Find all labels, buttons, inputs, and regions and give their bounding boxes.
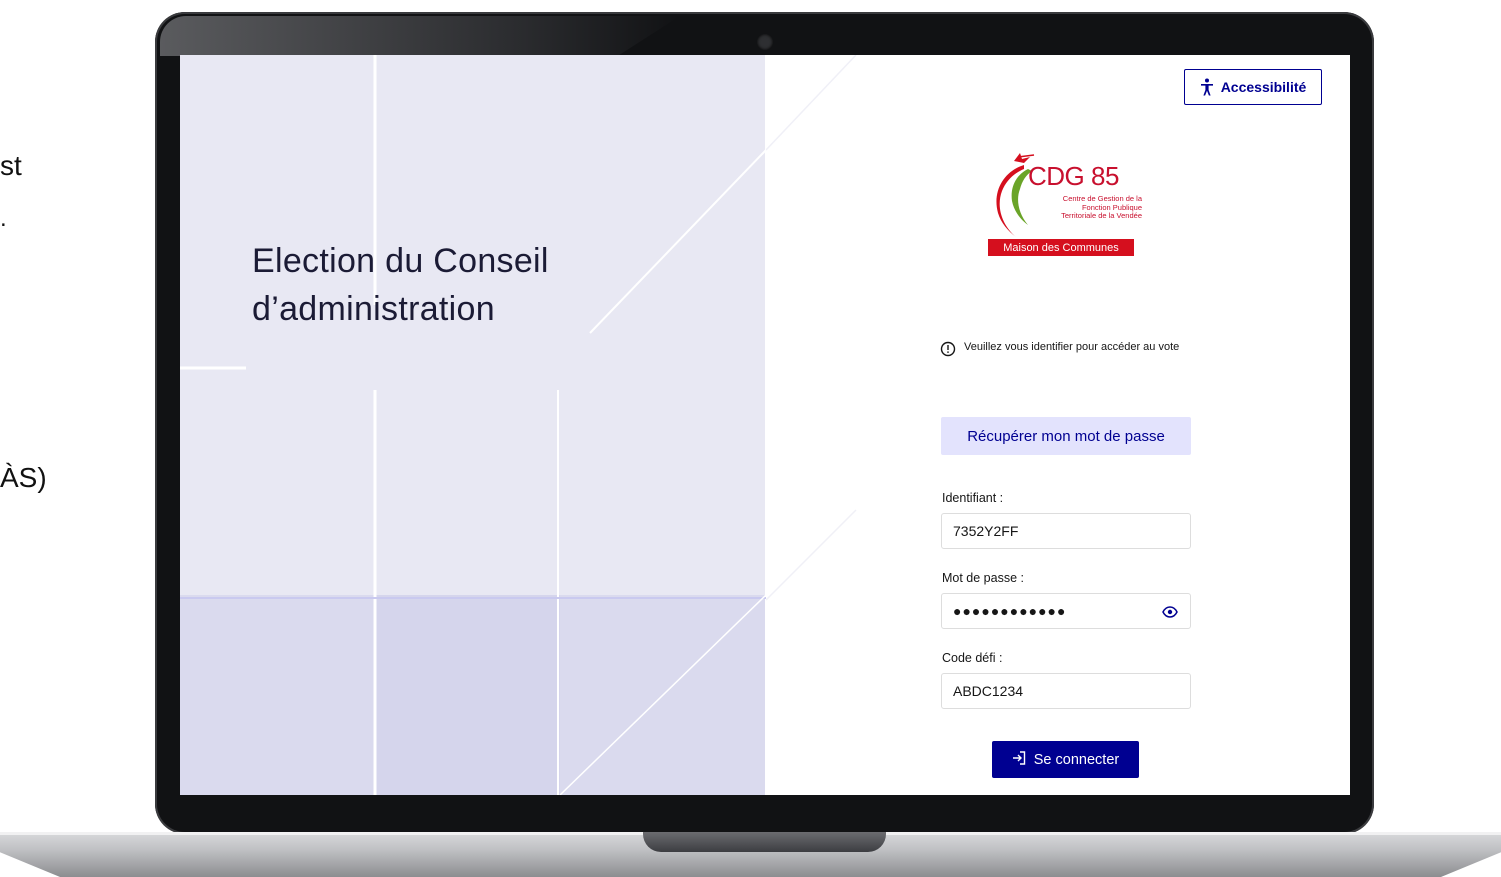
- logo-subtitle: Centre de Gestion de la Fonction Publiqu…: [1030, 194, 1142, 221]
- laptop-notch: [643, 832, 886, 852]
- accessibility-button[interactable]: Accessibilité: [1184, 69, 1322, 105]
- left-panel: Election du Conseil d’administration: [180, 55, 766, 795]
- decorative-lines: [180, 55, 766, 795]
- identifier-input[interactable]: 7352Y2FF: [941, 513, 1191, 549]
- accessibility-person-icon: [1200, 78, 1214, 96]
- background-text-fragment: .: [0, 205, 7, 232]
- page-title-line: d’administration: [252, 290, 495, 328]
- login-notice: Veuillez vous identifier pour accéder au…: [940, 341, 1190, 361]
- login-panel: Accessibilité CDG 85 Centre de Gestion d…: [766, 55, 1350, 795]
- logo-band: Maison des Communes: [988, 239, 1134, 256]
- info-circle-icon: [940, 341, 956, 361]
- password-label: Mot de passe :: [942, 571, 1024, 585]
- laptop-screen: Election du Conseil d’administration Acc…: [180, 55, 1350, 795]
- password-input[interactable]: ●●●●●●●●●●●●: [941, 593, 1191, 629]
- notice-text: Veuillez vous identifier pour accéder au…: [964, 341, 1180, 353]
- password-value: ●●●●●●●●●●●●: [953, 603, 1067, 619]
- logo-name: CDG 85: [1028, 161, 1119, 191]
- eye-icon[interactable]: [1162, 605, 1178, 621]
- page-title: Election du Conseil d’administration: [252, 237, 702, 333]
- login-button[interactable]: Se connecter: [992, 741, 1139, 778]
- accessibility-label: Accessibilité: [1220, 79, 1307, 95]
- code-input[interactable]: ABDC1234: [941, 673, 1191, 709]
- background-text-fragment: st: [0, 150, 22, 181]
- identifier-label: Identifiant :: [942, 491, 1004, 505]
- lid-glare: [160, 16, 680, 56]
- organization-logo: CDG 85 Centre de Gestion de la Fonction …: [984, 151, 1142, 259]
- background-text-fragment: ÀS): [0, 462, 47, 493]
- login-label: Se connecter: [1033, 751, 1120, 768]
- login-arrow-icon: [1012, 750, 1026, 769]
- recover-password-button[interactable]: Récupérer mon mot de passe: [941, 417, 1191, 455]
- code-label: Code défi :: [942, 651, 1003, 665]
- page-title-line: Election du Conseil: [252, 242, 549, 280]
- logo-subtitle-line: Territoriale de la Vendée: [1061, 211, 1142, 220]
- webcam: [757, 34, 773, 50]
